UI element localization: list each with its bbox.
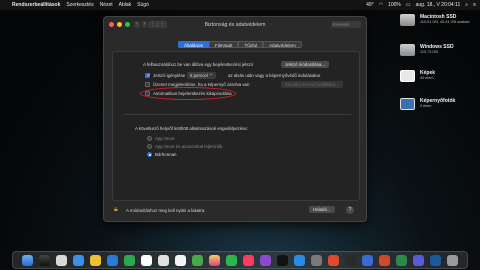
desktop-icon-sub: 119,51 GB, 45,44 GB szabad xyxy=(420,20,470,24)
require-password-checkbox[interactable] xyxy=(145,73,151,79)
wifi-icon[interactable]: ◠ xyxy=(379,2,383,8)
radio-app-store-label: App Store xyxy=(155,136,175,141)
security-privacy-window: ‹ › ⋮⋮⋮ Biztonság és adatvédelem Keresés… xyxy=(103,16,367,222)
require-password-suffix: az alvás után vagy a képernyővédő indulá… xyxy=(228,73,321,78)
forward-icon[interactable]: › xyxy=(141,21,148,28)
app-store-icon[interactable] xyxy=(294,254,305,266)
control-center-icon[interactable]: ≡ xyxy=(473,2,476,8)
red-annotation-ellipse xyxy=(140,87,236,100)
password-set-text: A felhasználóhoz be van állítva egy beje… xyxy=(143,62,254,67)
menu-window[interactable]: Ablak xyxy=(119,2,132,8)
menu-help[interactable]: Súgó xyxy=(137,2,149,8)
lock-text: A módosításhoz meg kell nyitni a lakatra… xyxy=(126,208,206,213)
radio-anywhere[interactable] xyxy=(147,152,152,157)
help-button[interactable]: ? xyxy=(346,206,354,214)
delay-value: 5 perccel xyxy=(190,73,208,78)
menu-bar: Rendszerbeállítások Szerkesztés Nézet Ab… xyxy=(0,0,480,10)
tab-filevault[interactable]: FileVault xyxy=(208,41,239,48)
tab-privacy[interactable]: Adatvédelem xyxy=(262,41,302,48)
system-preferences-icon[interactable] xyxy=(311,254,322,266)
tab-general[interactable]: Általános xyxy=(178,41,209,48)
menu-app-name[interactable]: Rendszerbeállítások xyxy=(12,2,60,8)
photo-stack-icon xyxy=(400,70,415,82)
hard-drive-icon xyxy=(400,14,415,26)
search-input[interactable]: Keresés xyxy=(331,21,361,28)
battery-icon[interactable]: ▭ xyxy=(406,2,411,8)
contacts-icon[interactable] xyxy=(158,254,169,266)
screenshot-folder-icon xyxy=(400,98,415,110)
desktop-icon-sub: 119,73 GB xyxy=(420,50,438,54)
clock[interactable]: aug. 18., V 20:04:11 xyxy=(416,2,461,8)
temperature-status[interactable]: 49° xyxy=(366,2,374,8)
word-icon[interactable] xyxy=(362,254,373,266)
powerpoint-icon[interactable] xyxy=(379,254,390,266)
title-bar: ‹ › ⋮⋮⋮ Biztonság és adatvédelem Keresés xyxy=(104,17,366,33)
tab-bar: Általános FileVault Tűzfal Adatvédelem xyxy=(178,41,302,48)
spotlight-icon[interactable]: ⌕ xyxy=(465,2,468,8)
dock xyxy=(12,251,468,269)
terminal-icon[interactable] xyxy=(345,254,356,266)
zoom-button[interactable] xyxy=(125,22,130,27)
messages-icon[interactable] xyxy=(124,254,135,266)
general-pane: A felhasználóhoz be van állítva egy beje… xyxy=(112,51,360,201)
photos-icon[interactable] xyxy=(209,254,220,266)
window-footer: 🔒︎ A módosításhoz meg kell nyitni a laka… xyxy=(104,201,366,221)
menu-edit[interactable]: Szerkesztés xyxy=(66,2,93,8)
siri-icon[interactable] xyxy=(39,254,50,266)
radio-identified-developers[interactable] xyxy=(147,144,152,149)
facetime-icon[interactable] xyxy=(226,254,237,266)
set-lock-message-button[interactable]: Zárolási üzenet beállítása... xyxy=(281,81,343,88)
require-password-delay-select[interactable]: 5 perccel ⌃ xyxy=(187,72,216,79)
excel-icon[interactable] xyxy=(396,254,407,266)
lock-icon[interactable]: 🔒︎ xyxy=(114,206,118,214)
allow-apps-title: A következő helyről letöltött alkalmazás… xyxy=(135,126,249,131)
tv-icon[interactable] xyxy=(277,254,288,266)
mail-icon[interactable] xyxy=(107,254,118,266)
advanced-button[interactable]: Haladó... xyxy=(309,206,335,213)
section-divider xyxy=(123,114,351,115)
safari-icon[interactable] xyxy=(73,254,84,266)
battery-percent[interactable]: 100% xyxy=(388,2,401,8)
chrome-icon[interactable] xyxy=(328,254,339,266)
music-icon[interactable] xyxy=(243,254,254,266)
radio-app-store[interactable] xyxy=(147,136,152,141)
trash-icon[interactable] xyxy=(447,254,458,266)
teams-icon[interactable] xyxy=(413,254,424,266)
podcasts-icon[interactable] xyxy=(260,254,271,266)
desktop-icon-sub: 2 elem xyxy=(420,104,432,108)
minimize-button[interactable] xyxy=(117,22,122,27)
finder-icon[interactable] xyxy=(22,254,33,266)
launchpad-icon[interactable] xyxy=(56,254,67,266)
require-password-label: Jelszó igénylése xyxy=(153,73,186,78)
reminders-icon[interactable] xyxy=(175,254,186,266)
tab-firewall[interactable]: Tűzfal xyxy=(238,41,263,48)
show-message-label: Üzenet megjelenítése, ha a képernyő záro… xyxy=(153,82,250,87)
show-all-grid-icon[interactable]: ⋮⋮⋮ xyxy=(148,21,167,28)
downloads-folder-icon[interactable] xyxy=(430,254,441,266)
menu-view[interactable]: Nézet xyxy=(100,2,113,8)
desktop-icon-sub: 40 elem xyxy=(420,76,434,80)
back-icon[interactable]: ‹ xyxy=(134,21,140,28)
close-button[interactable] xyxy=(109,22,114,27)
hard-drive-icon xyxy=(400,44,415,56)
change-password-button[interactable]: Jelszó módosítása... xyxy=(281,61,330,68)
radio-anywhere-label: Bárhonnan xyxy=(155,152,177,157)
notes-icon[interactable] xyxy=(90,254,101,266)
show-message-checkbox[interactable] xyxy=(145,82,150,87)
radio-identified-developers-label: App Store és azonosított fejlesztők xyxy=(155,144,223,149)
maps-icon[interactable] xyxy=(192,254,203,266)
calendar-icon[interactable] xyxy=(141,254,152,266)
